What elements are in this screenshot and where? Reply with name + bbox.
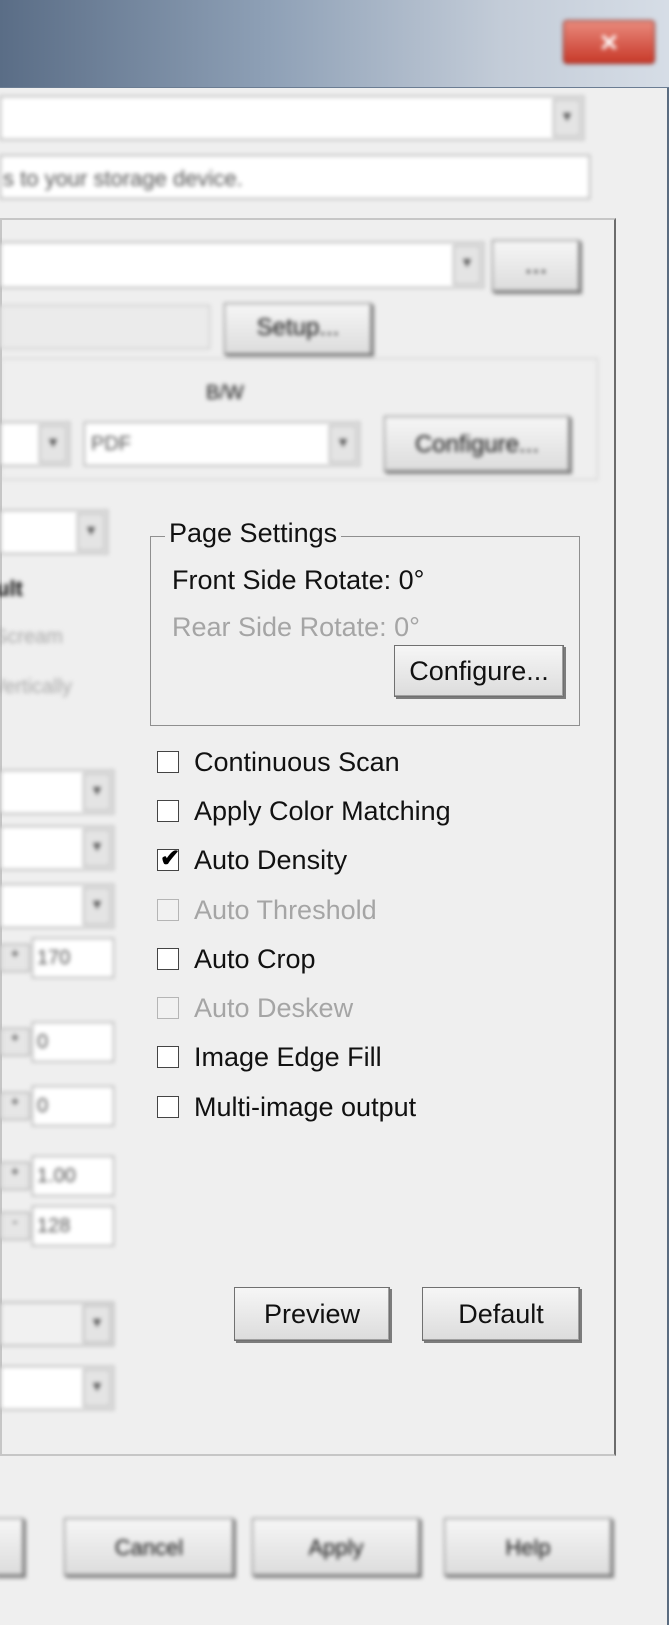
left-combo-4[interactable]: ▼ xyxy=(0,884,114,928)
checkbox-box[interactable] xyxy=(157,1046,179,1068)
checkmark-icon: ✔ xyxy=(160,845,181,872)
help-button[interactable]: Help xyxy=(444,1518,612,1576)
left-combo-3[interactable]: ▼ xyxy=(0,826,114,870)
apply-button[interactable]: Apply xyxy=(252,1518,420,1576)
checkbox-auto-threshold: Auto Threshold xyxy=(157,893,377,927)
chevron-down-icon[interactable]: ▼ xyxy=(83,829,111,867)
bw-format-combo[interactable]: PDF ▼ xyxy=(84,422,360,466)
checkbox-auto-density[interactable]: ✔ Auto Density xyxy=(157,843,347,877)
left-combo-5[interactable]: ▼ xyxy=(0,1302,114,1346)
setup-info-field xyxy=(0,305,210,349)
chevron-down-icon[interactable]: ▼ xyxy=(83,887,111,925)
close-icon: ✕ xyxy=(598,30,620,57)
preview-button[interactable]: Preview xyxy=(234,1287,390,1341)
left-partial-text: ult xyxy=(0,576,23,601)
chevron-down-icon[interactable]: ▼ xyxy=(77,513,105,551)
left-combo-2[interactable]: ▼ xyxy=(0,770,114,814)
profile-combo[interactable]: ▼ xyxy=(0,96,584,140)
checkbox-box[interactable] xyxy=(157,751,179,773)
left-partial-text: Vertically xyxy=(0,676,73,698)
chevron-down-icon[interactable]: ▼ xyxy=(329,425,357,463)
spin-control[interactable]: + 170 xyxy=(0,938,120,978)
output-configure-button[interactable]: Configure... xyxy=(384,416,570,472)
device-combo[interactable]: ▼ xyxy=(0,242,484,288)
cancel-button[interactable]: Cancel xyxy=(64,1518,234,1576)
chevron-down-icon[interactable]: ▼ xyxy=(39,425,67,463)
checkbox-box[interactable] xyxy=(157,800,179,822)
rear-side-rotate-label: Rear Side Rotate: 0° xyxy=(172,612,420,642)
ok-button[interactable] xyxy=(0,1518,24,1576)
close-button[interactable]: ✕ xyxy=(563,20,655,64)
description-field: s to your storage device. xyxy=(0,155,590,199)
checkbox-box xyxy=(157,899,179,921)
checkbox-continuous-scan[interactable]: Continuous Scan xyxy=(157,745,400,779)
left-combo-6[interactable]: ▼ xyxy=(0,1366,114,1410)
checkbox-image-edge-fill[interactable]: Image Edge Fill xyxy=(157,1040,382,1074)
checkbox-apply-color-matching[interactable]: Apply Color Matching xyxy=(157,794,451,828)
chevron-down-icon[interactable]: ▼ xyxy=(83,1369,111,1407)
chevron-down-icon[interactable]: ▼ xyxy=(83,1305,111,1343)
setup-button[interactable]: Setup... xyxy=(224,303,372,355)
checkbox-box[interactable] xyxy=(157,948,179,970)
page-settings-title: Page Settings xyxy=(165,518,342,549)
checkbox-box xyxy=(157,997,179,1019)
front-side-rotate-label: Front Side Rotate: 0° xyxy=(172,565,425,595)
bw-label: B/W xyxy=(206,382,244,404)
checkbox-auto-crop[interactable]: Auto Crop xyxy=(157,942,316,976)
chevron-down-icon[interactable]: ▼ xyxy=(83,773,111,811)
chevron-down-icon[interactable]: ▼ xyxy=(553,99,581,137)
spin-control[interactable]: + 0 xyxy=(0,1086,120,1126)
checkbox-box[interactable]: ✔ xyxy=(157,845,180,872)
spin-control[interactable]: + 1.00 xyxy=(0,1156,120,1196)
checkbox-box[interactable] xyxy=(157,1096,179,1118)
left-combo-1[interactable]: ▼ xyxy=(0,510,108,554)
spin-control[interactable]: - 128 xyxy=(0,1206,120,1246)
checkbox-multi-image-output[interactable]: Multi-image output xyxy=(157,1090,416,1124)
page-settings-configure-button[interactable]: Configure... xyxy=(394,645,564,697)
browse-button[interactable]: ... xyxy=(492,240,580,292)
default-button[interactable]: Default xyxy=(422,1287,580,1341)
checkbox-auto-deskew: Auto Deskew xyxy=(157,991,353,1025)
color-format-combo[interactable]: ▼ xyxy=(0,422,70,466)
spin-control[interactable]: + 0 xyxy=(0,1022,120,1062)
left-partial-text: Scream xyxy=(0,626,63,648)
chevron-down-icon[interactable]: ▼ xyxy=(453,245,481,285)
